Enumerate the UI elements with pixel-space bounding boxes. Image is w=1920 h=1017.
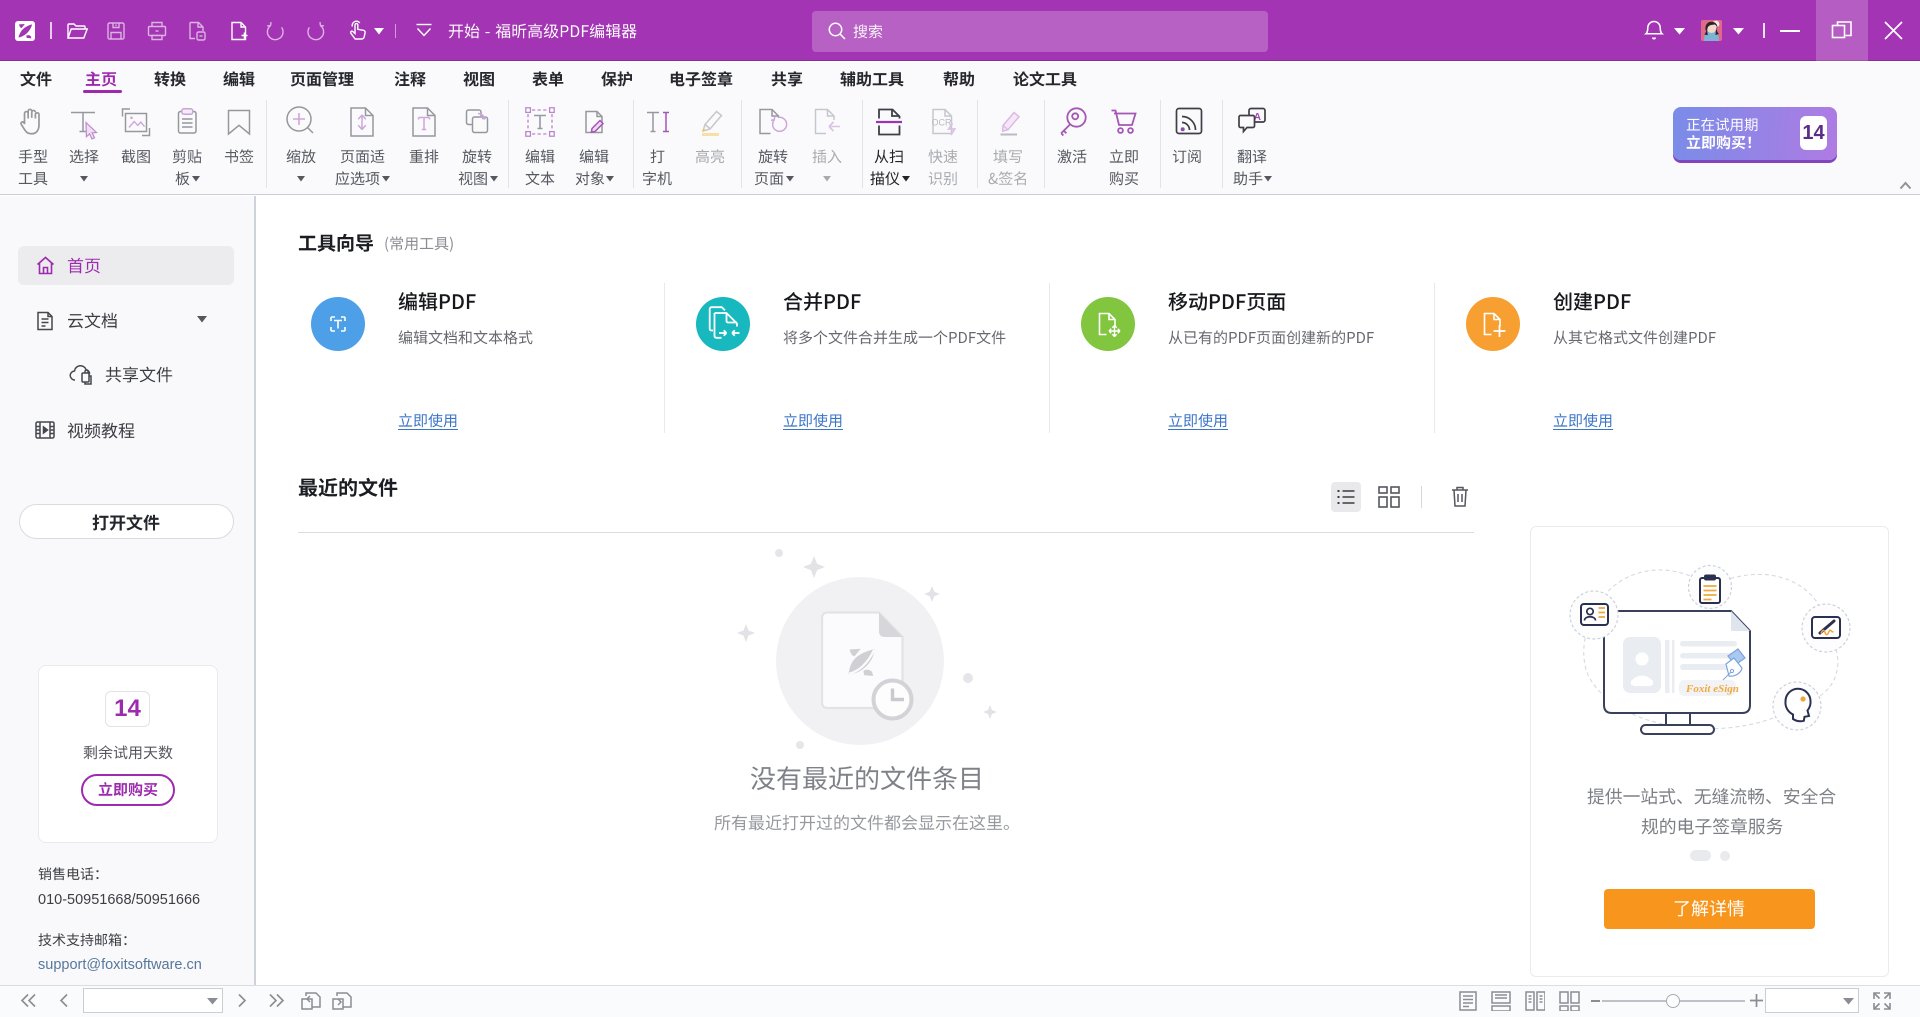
svg-text:OCR: OCR (932, 118, 953, 128)
svg-text:Foxit eSign: Foxit eSign (1685, 683, 1739, 695)
